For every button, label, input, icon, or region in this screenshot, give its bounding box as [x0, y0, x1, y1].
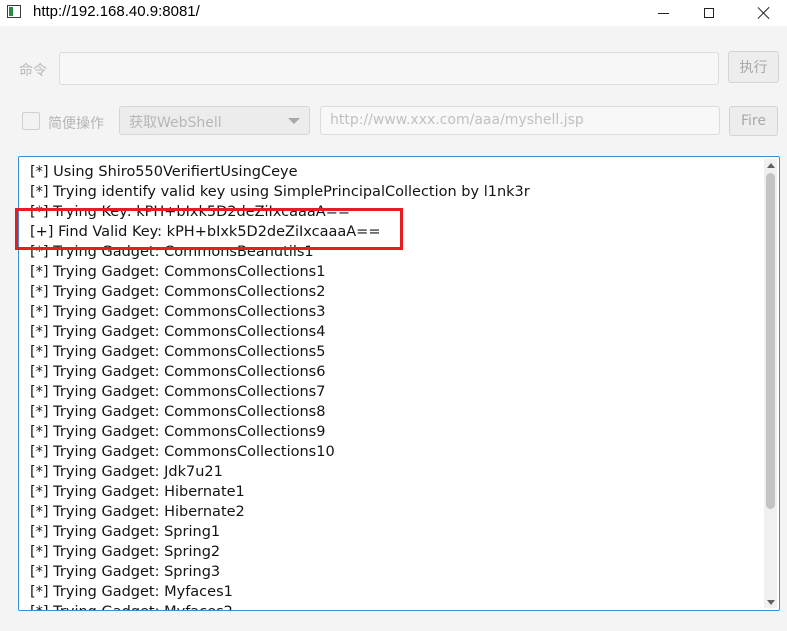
log-line: [*] Trying Gadget: Myfaces1: [30, 584, 233, 600]
execute-button[interactable]: 执行: [728, 51, 779, 83]
log-line: [+] Find Valid Key: kPH+bIxk5D2deZiIxcaa…: [30, 224, 381, 240]
log-line: [*] Trying Gadget: CommonsCollections10: [30, 444, 335, 460]
quick-operation-label: 简便操作: [48, 116, 104, 132]
log-line: [*] Trying Gadget: CommonsCollections4: [30, 324, 326, 340]
log-output-area[interactable]: [*] Using Shiro550VerifiertUsingCeye [*] …: [18, 156, 780, 611]
log-line: [*] Trying Gadget: CommonsCollections7: [30, 384, 326, 400]
close-icon: [757, 6, 771, 20]
scroll-down-button[interactable]: [764, 596, 777, 608]
log-line: [*] Trying Gadget: CommonsCollections5: [30, 344, 326, 360]
vertical-scrollbar[interactable]: [764, 159, 777, 608]
log-line: [*] Trying Gadget: CommonsCollections6: [30, 364, 326, 380]
fire-button[interactable]: Fire: [729, 106, 778, 136]
command-input[interactable]: [59, 52, 719, 85]
maximize-icon: [704, 8, 714, 18]
arrow-up-icon: [766, 162, 775, 168]
log-line: [*] Trying Gadget: Spring1: [30, 524, 221, 540]
log-line: [*] Trying Gadget: Hibernate2: [30, 504, 245, 520]
log-line: [*] Trying Gadget: CommonsCollections1: [30, 264, 326, 280]
title-bar[interactable]: http://192.168.40.9:8081/: [0, 0, 787, 26]
log-line: [*] Trying Gadget: CommonsCollections9: [30, 424, 326, 440]
log-line: [*] Trying identify valid key using Simp…: [30, 184, 530, 200]
log-line: [*] Trying Gadget: CommonsCollections2: [30, 284, 326, 300]
scroll-up-button[interactable]: [764, 159, 777, 171]
log-line: [*] Trying Gadget: Jdk7u21: [30, 464, 223, 480]
minimize-button[interactable]: [640, 0, 686, 26]
log-line: [*] Trying Key: kPH+bIxk5D2deZiIxcaaaA==: [30, 204, 351, 220]
operation-select-value: 获取WebShell: [129, 115, 222, 131]
window-title: http://192.168.40.9:8081/: [33, 3, 200, 20]
log-line: [*] Trying Gadget: Spring2: [30, 544, 221, 560]
log-lines: [*] Using Shiro550VerifiertUsingCeye [*] …: [30, 162, 759, 610]
app-window-icon: [7, 5, 21, 18]
log-line: [*] Trying Gadget: Spring3: [30, 564, 221, 580]
maximize-button[interactable]: [686, 0, 732, 26]
log-line: [*] Trying Gadget: CommonsBeanutils1: [30, 244, 314, 260]
app-window: http://192.168.40.9:8081/ 命令 执行 简便操作 获取W…: [0, 0, 787, 631]
scroll-thumb[interactable]: [766, 173, 775, 509]
operation-select[interactable]: 获取WebShell: [119, 106, 310, 135]
quick-operation-checkbox[interactable]: [22, 112, 40, 130]
minimize-icon: [657, 12, 669, 14]
log-line: [*] Trying Gadget: CommonsCollections3: [30, 304, 326, 320]
chevron-down-icon: [288, 118, 300, 124]
arrow-down-icon: [766, 599, 775, 605]
shell-url-input[interactable]: http://www.xxx.com/aaa/myshell.jsp: [320, 106, 720, 135]
log-line: [*] Trying Gadget: CommonsCollections8: [30, 404, 326, 420]
log-line: [*] Trying Gadget: Myfaces2: [30, 602, 759, 610]
command-label: 命令: [19, 63, 47, 79]
close-button[interactable]: [741, 0, 787, 26]
log-line: [*] Using Shiro550VerifiertUsingCeye: [30, 164, 298, 180]
log-line: [*] Trying Gadget: Hibernate1: [30, 484, 245, 500]
